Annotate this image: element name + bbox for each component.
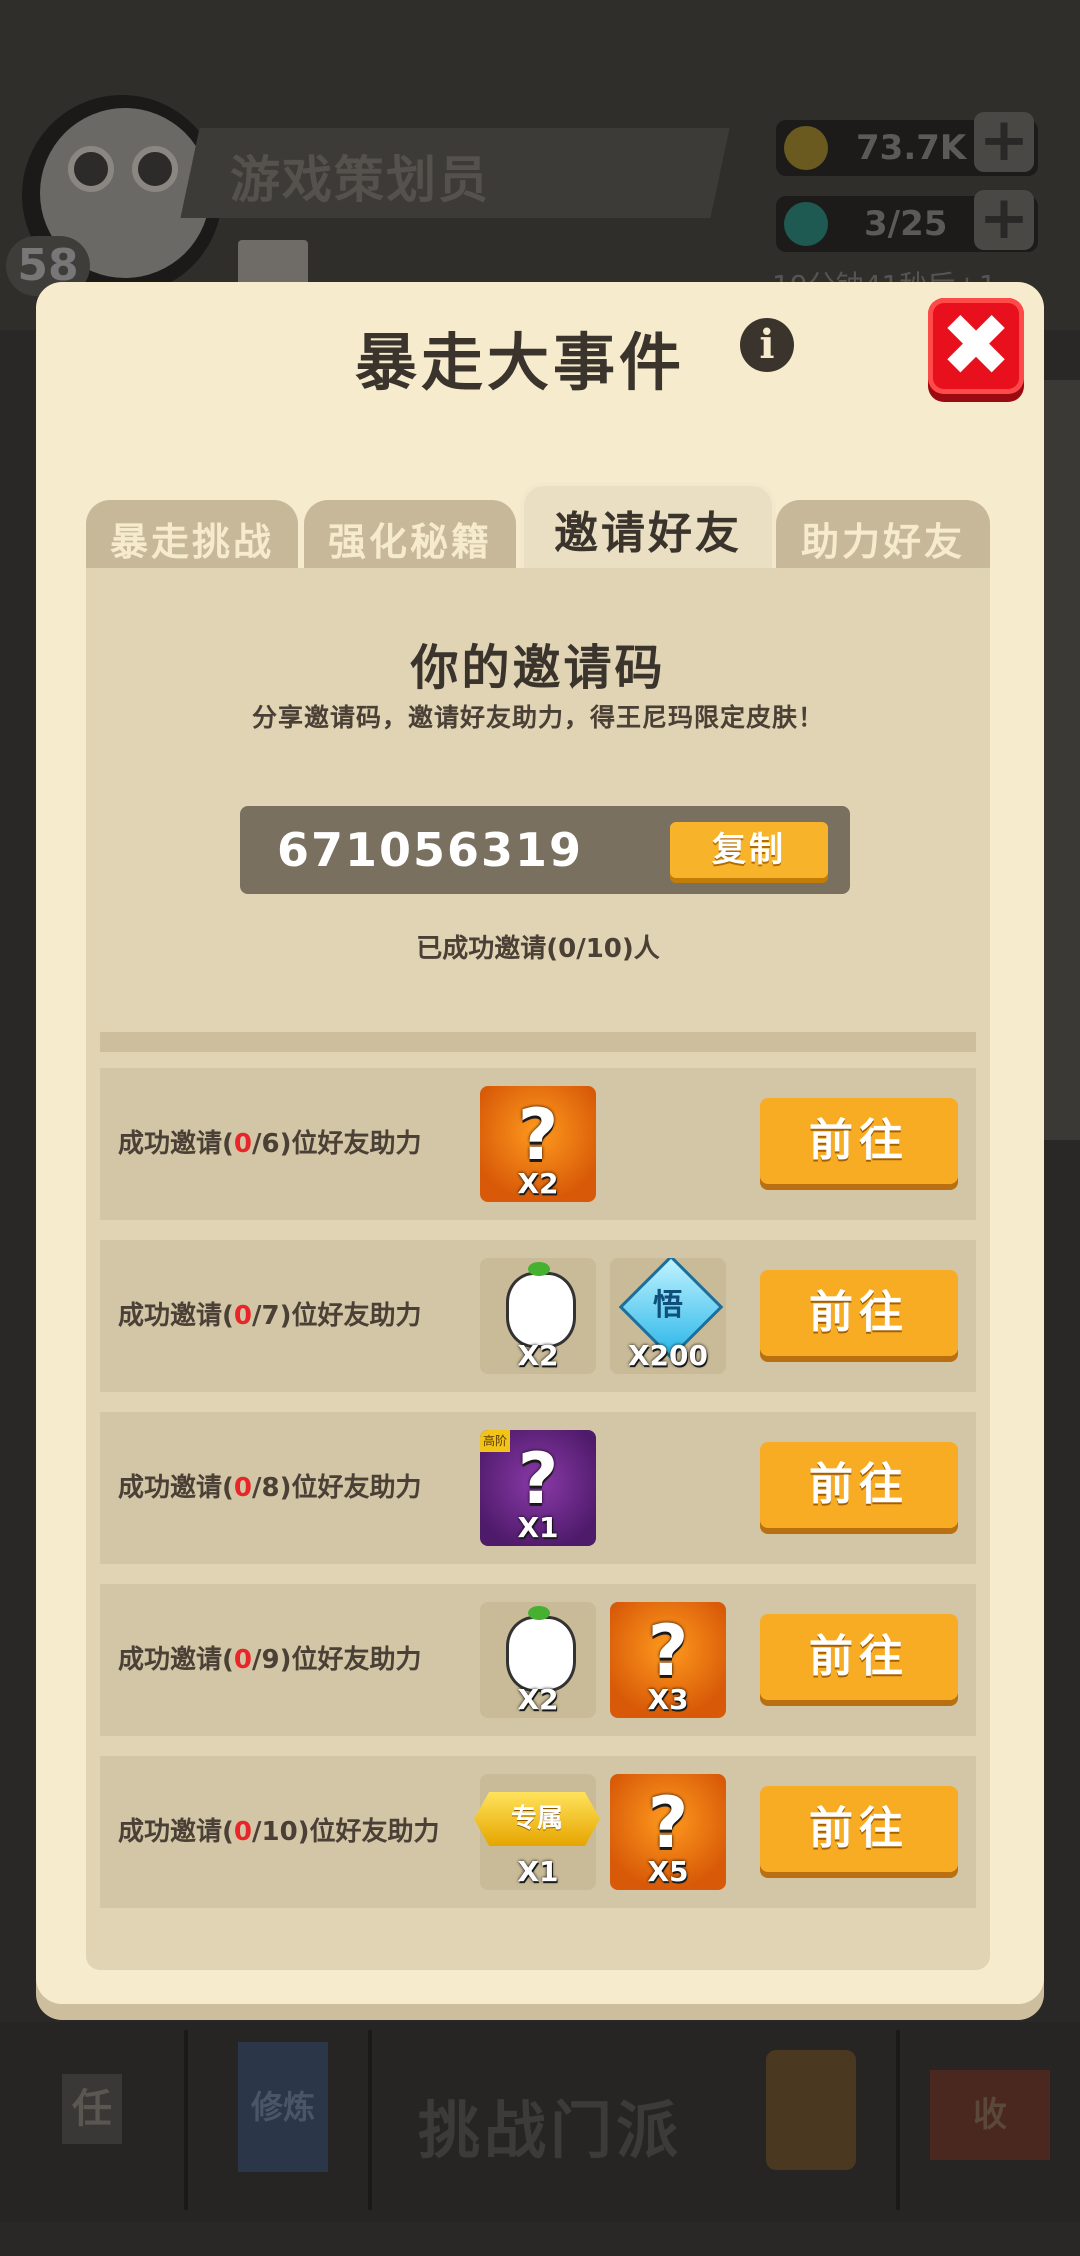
task-label: 成功邀请(0/10)位好友助力: [118, 1817, 440, 1847]
tab-assist-friends[interactable]: 助力好友: [776, 500, 990, 578]
armory-icon: [766, 2050, 856, 2170]
exclusive-badge-icon: 专属: [474, 1792, 600, 1846]
go-button[interactable]: 前往: [760, 1614, 958, 1700]
close-icon: ✖: [939, 296, 1013, 396]
gold-amount: 73.7K: [856, 128, 967, 168]
reward-mystery-shirt[interactable]: ? X2: [480, 1086, 596, 1202]
tab-rampage-challenge[interactable]: 暴走挑战: [86, 500, 298, 578]
collect-chest-icon: 收: [930, 2070, 1050, 2160]
task-row: 成功邀请(0/6)位好友助力 ? X2 前往: [100, 1068, 976, 1220]
nav-armory[interactable]: [716, 2030, 900, 2210]
task-label: 成功邀请(0/6)位好友助力: [118, 1129, 422, 1159]
task-scroll-icon: 任: [62, 2074, 122, 2144]
reward-quantity: X1: [517, 1855, 559, 1888]
task-row: 成功邀请(0/10)位好友助力 专属 X1 ? X5 前往: [100, 1756, 976, 1908]
task-row: 成功邀请(0/8)位好友助力 高阶 ? X1 前往: [100, 1412, 976, 1564]
reward-quantity: X2: [517, 1339, 559, 1372]
reward-character-fragment[interactable]: X2: [480, 1602, 596, 1718]
task-label: 成功邀请(0/7)位好友助力: [118, 1301, 422, 1331]
add-energy-button[interactable]: +: [974, 188, 1034, 250]
add-gold-button[interactable]: +: [974, 110, 1034, 172]
reward-mystery-shirt[interactable]: ? X3: [610, 1602, 726, 1718]
go-button[interactable]: 前往: [760, 1098, 958, 1184]
invite-code-title: 你的邀请码: [410, 640, 666, 696]
dialog-title: 暴走大事件: [354, 326, 685, 399]
reward-quantity: X1: [517, 1511, 559, 1544]
task-label: 成功邀请(0/8)位好友助力: [118, 1473, 422, 1503]
reward-character-fragment[interactable]: X2: [480, 1258, 596, 1374]
avatar-eye-right: [132, 146, 178, 192]
gem-label: 悟: [653, 1288, 683, 1323]
event-dialog: 暴走大事件 i ✖ 暴走挑战 强化秘籍 邀请好友 助力好友 你的邀请码 分享邀请…: [36, 282, 1044, 2004]
task-row: 成功邀请(0/9)位好友助力 X2 ? X3 前往: [100, 1584, 976, 1736]
energy-gem-icon: [784, 202, 828, 246]
player-name: 游戏策划员: [230, 151, 490, 209]
question-mark-icon: ?: [647, 1782, 689, 1864]
go-button[interactable]: 前往: [760, 1442, 958, 1528]
challenge-sect-label[interactable]: 挑战门派: [418, 2080, 682, 2170]
copy-button[interactable]: 复制: [670, 822, 828, 878]
invite-description: 分享邀请码，邀请好友助力，得王尼玛限定皮肤！: [251, 703, 824, 732]
reward-mystery-advanced[interactable]: 高阶 ? X1: [480, 1430, 596, 1546]
invite-code-box: 671056319 复制: [240, 806, 850, 894]
go-button[interactable]: 前往: [760, 1786, 958, 1872]
nav-cultivate[interactable]: 修炼: [188, 2030, 372, 2210]
invite-code: 671056319: [276, 823, 584, 877]
nav-collect[interactable]: 收: [900, 2030, 1080, 2210]
reward-exclusive-badge[interactable]: 专属 X1: [474, 1774, 600, 1890]
invite-success-count: 已成功邀请(0/10)人: [416, 934, 660, 964]
close-button[interactable]: ✖: [928, 298, 1024, 394]
cultivate-book-icon: 修炼: [238, 2042, 328, 2172]
reward-wu-gem[interactable]: 悟 X200: [610, 1258, 726, 1374]
character-head-icon: [506, 1616, 576, 1692]
leaf-icon: [528, 1262, 550, 1276]
nav-task[interactable]: 任: [0, 2030, 188, 2210]
character-head-icon: [506, 1272, 576, 1348]
reward-quantity: X2: [517, 1683, 559, 1716]
task-row: 成功邀请(0/7)位好友助力 X2 悟 X200 前往: [100, 1240, 976, 1392]
tab-invite-friends[interactable]: 邀请好友: [520, 482, 776, 582]
question-mark-icon: ?: [517, 1094, 559, 1176]
reward-quantity: X200: [627, 1339, 709, 1372]
avatar-eye-left: [68, 146, 114, 192]
go-button[interactable]: 前往: [760, 1270, 958, 1356]
energy-amount: 3/25: [864, 204, 948, 244]
tab-enhance-manual[interactable]: 强化秘籍: [304, 500, 516, 578]
section-divider: [100, 1032, 976, 1052]
gold-coin-icon: [784, 126, 828, 170]
reward-mystery-weapon[interactable]: ? X5: [610, 1774, 726, 1890]
question-mark-icon: ?: [517, 1438, 559, 1520]
info-icon[interactable]: i: [740, 318, 794, 372]
leaf-icon: [528, 1606, 550, 1620]
question-mark-icon: ?: [647, 1610, 689, 1692]
reward-quantity: X2: [517, 1167, 559, 1200]
invite-panel: 你的邀请码 分享邀请码，邀请好友助力，得王尼玛限定皮肤！ 671056319 复…: [86, 568, 990, 1970]
reward-quantity: X5: [647, 1855, 689, 1888]
task-label: 成功邀请(0/9)位好友助力: [118, 1645, 422, 1675]
reward-quantity: X3: [647, 1683, 689, 1716]
